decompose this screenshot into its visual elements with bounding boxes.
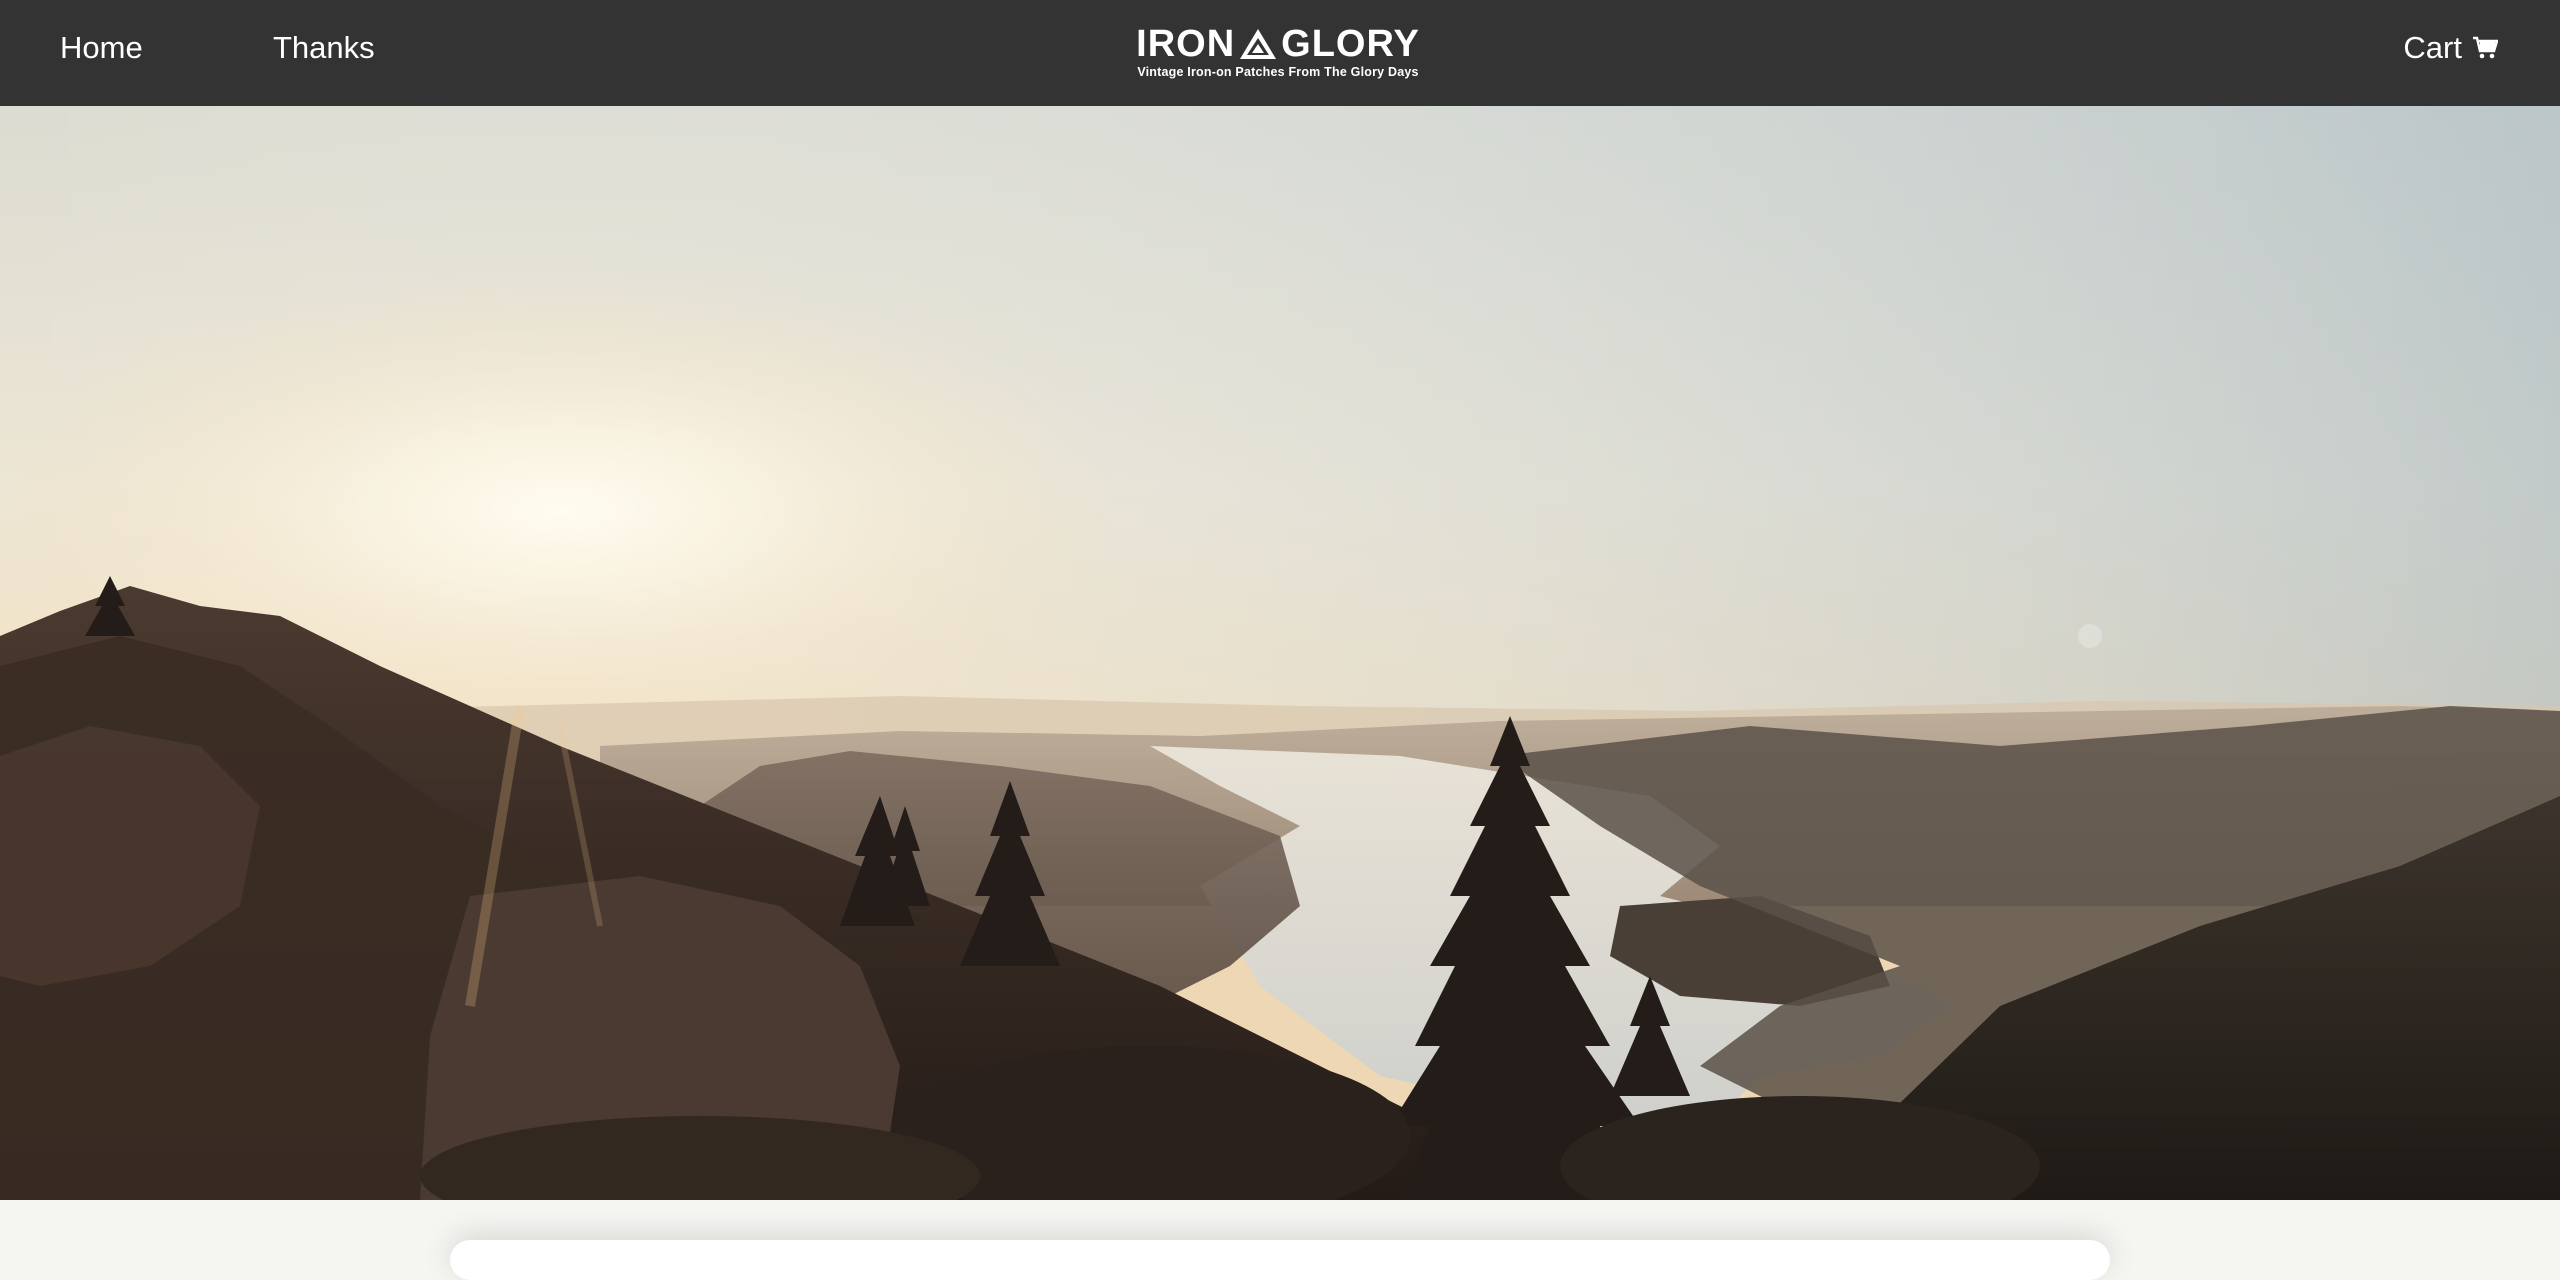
logo-word-right: GLORY [1281,23,1420,65]
logo-tagline: Vintage Iron-on Patches From The Glory D… [1137,65,1419,79]
mountain-triangle-icon [1240,29,1277,59]
logo-word-left: IRON [1136,23,1236,65]
hero-banner [0,106,2560,1200]
nav-thanks-link[interactable]: Thanks [273,28,375,68]
cart-icon [2473,36,2498,59]
top-navbar: Home Thanks IRON GLORY Vintage Iron-on P… [0,0,2560,106]
cart-label: Cart [2403,30,2462,65]
nav-home-link[interactable]: Home [60,28,143,68]
nav-cart-link[interactable]: Cart [2403,28,2498,68]
site-logo[interactable]: IRON GLORY Vintage Iron-on Patches From … [1128,23,1428,80]
logo-wordmark: IRON GLORY [1128,23,1428,65]
content-card [450,1240,2110,1280]
mountain-river-sunset-photo [0,106,2560,1200]
